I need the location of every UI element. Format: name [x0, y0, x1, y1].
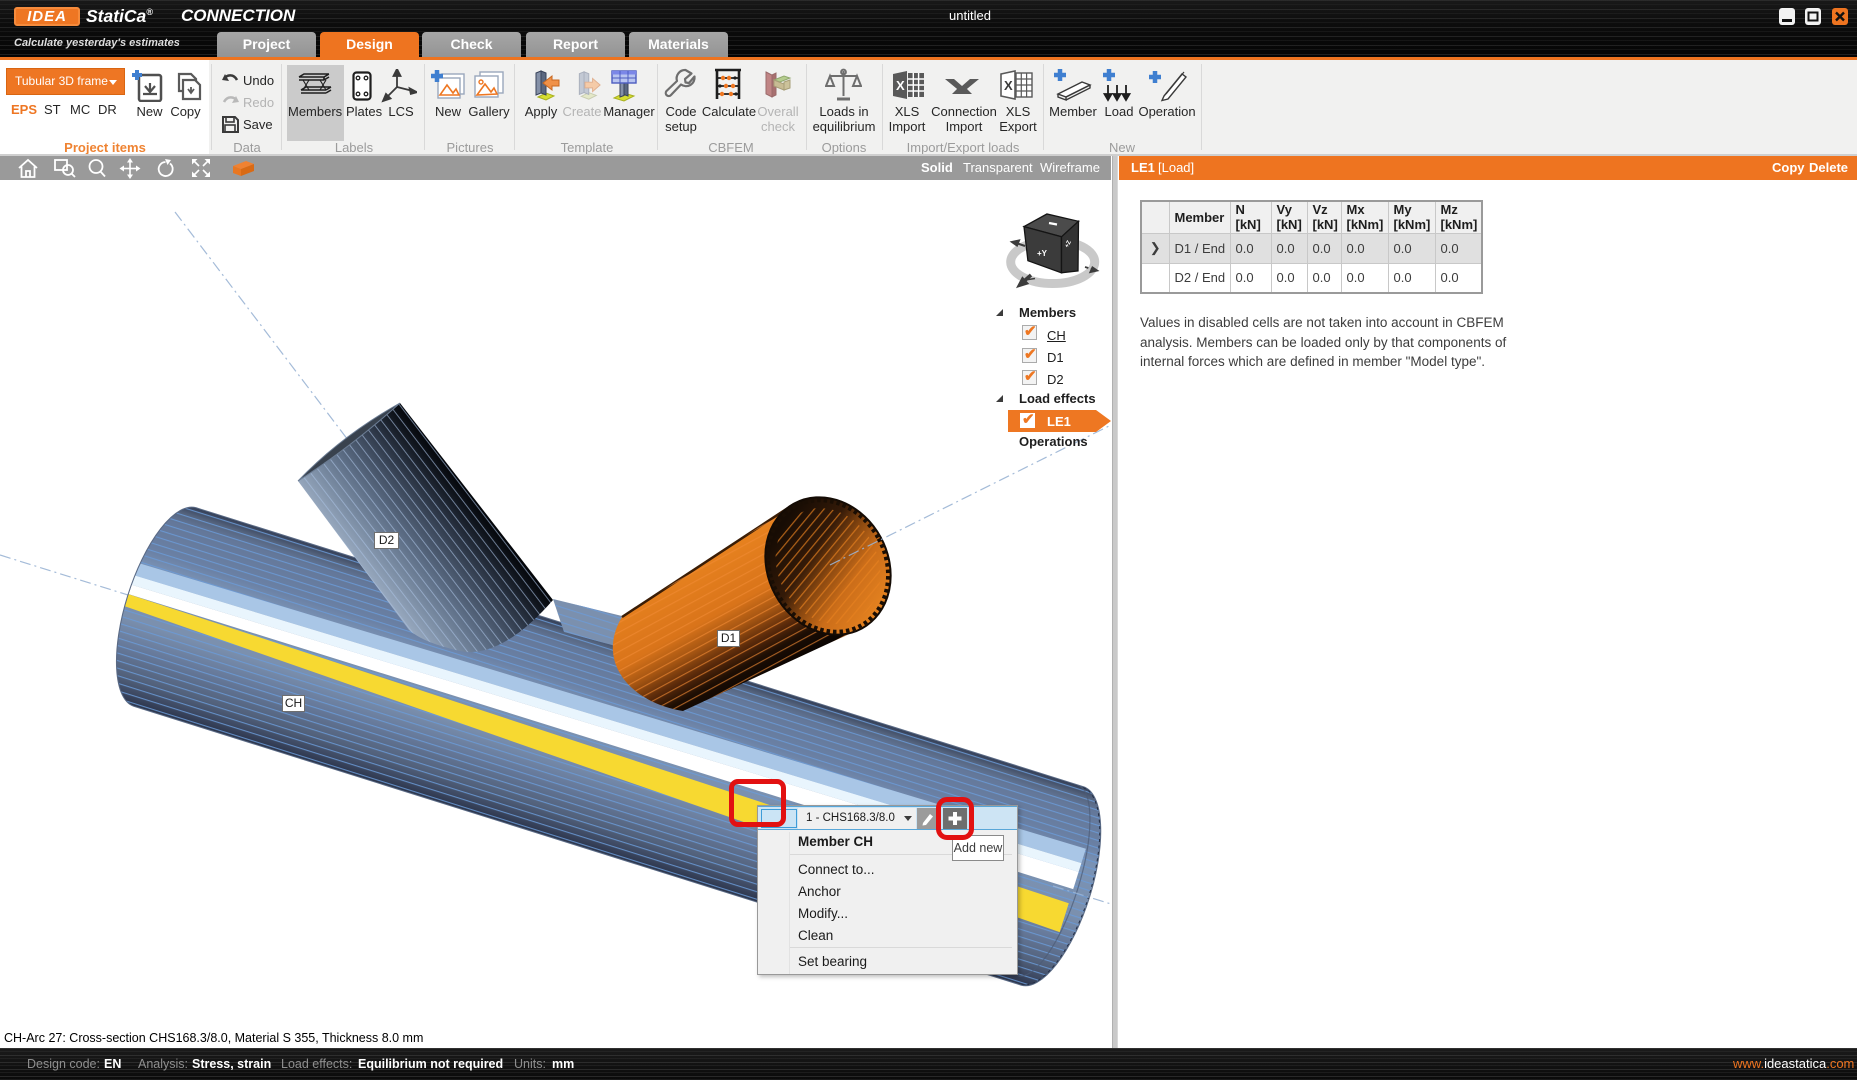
svg-text:X: X — [1004, 78, 1013, 93]
svg-text:+Y: +Y — [1037, 249, 1048, 258]
svg-text:X: X — [896, 78, 905, 93]
